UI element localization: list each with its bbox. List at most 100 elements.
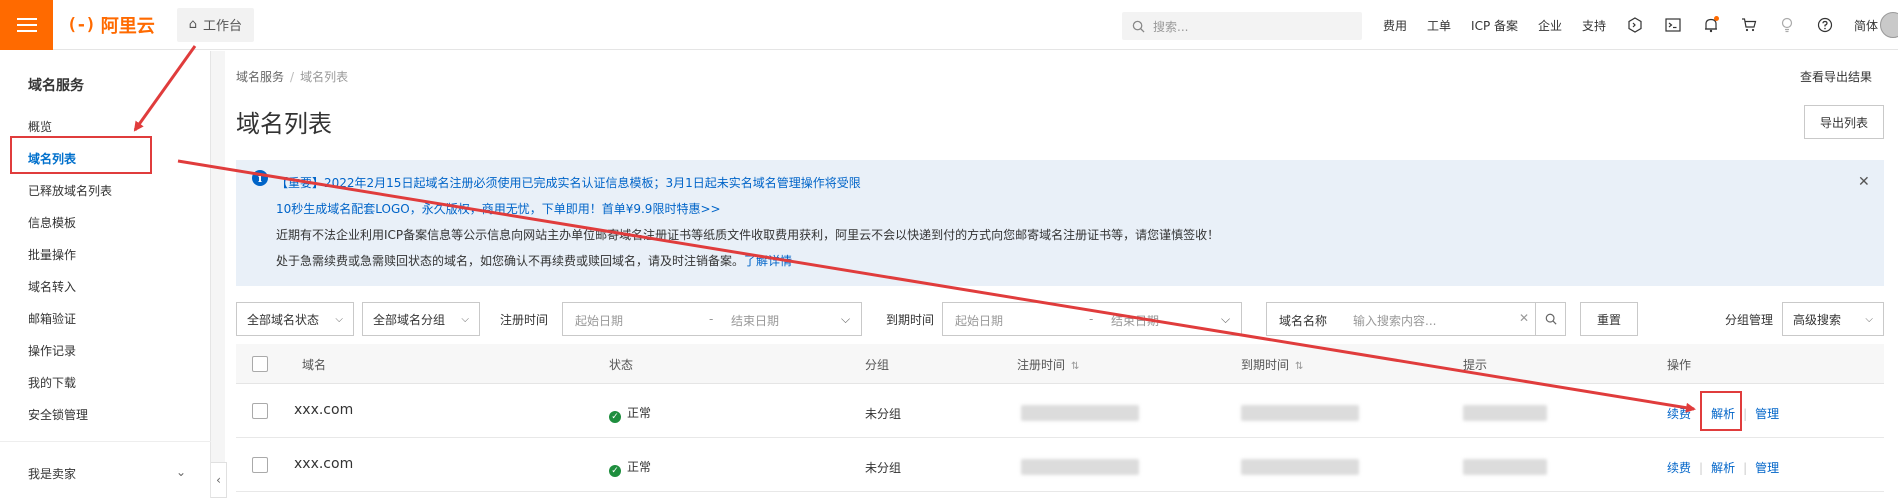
reg-date-range-picker[interactable]: 起始日期 - 结束日期 ⌵ — [562, 302, 862, 336]
sidebar-item-released-domains[interactable]: 已释放域名列表 — [28, 181, 112, 201]
help-icon[interactable] — [1816, 16, 1834, 34]
chevron-down-icon: ⌵ — [335, 313, 343, 325]
search-placeholder: 搜索... — [1153, 19, 1189, 34]
advanced-search-button[interactable]: 高级搜索 ⌵ — [1782, 302, 1884, 336]
check-circle-icon: ✓ — [609, 411, 621, 423]
sidebar-item-security-lock[interactable]: 安全锁管理 — [28, 405, 88, 425]
logo-text: 阿里云 — [100, 15, 155, 37]
notice-renewal-text: 处于急需续费或急需赎回状态的域名，如您确认不再续费或赎回域名，请及时注销备案。 — [276, 254, 745, 268]
row-actions: 续费 | 解析 | 管理 — [1667, 459, 1780, 476]
nav-enterprise[interactable]: 企业 — [1538, 17, 1562, 34]
col-reg-time-label: 注册时间 — [1017, 358, 1066, 372]
breadcrumb-domain-service[interactable]: 域名服务 — [236, 70, 284, 84]
notice-line-renewal: 处于急需续费或急需赎回状态的域名，如您确认不再续费或赎回域名，请及时注销备案。了… — [276, 252, 792, 269]
logo-mark: (-) — [67, 14, 96, 35]
nav-support[interactable]: 支持 — [1582, 17, 1606, 34]
reg-time-redacted — [1021, 459, 1139, 475]
learn-more-link[interactable]: 了解详情 — [744, 254, 792, 268]
row-checkbox[interactable] — [252, 403, 268, 419]
notice-line-important[interactable]: 【重要】2022年2月15日起域名注册必须使用已完成实名认证信息模板；3月1日起… — [276, 174, 861, 191]
filter-bar: 全部域名状态 ⌵ 全部域名分组 ⌵ 注册时间 起始日期 - 结束日期 ⌵ 到期时间 … — [236, 302, 1884, 336]
notice-line-logo-promo[interactable]: 10秒生成域名配套LOGO，永久版权，商用无忧，下单即用！首单¥9.9限时特惠>… — [276, 200, 721, 217]
exp-start-date: 起始日期 — [955, 314, 1004, 328]
exp-time-redacted — [1241, 405, 1359, 421]
sidebar-item-domain-transfer[interactable]: 域名转入 — [28, 277, 76, 297]
manage-link[interactable]: 管理 — [1755, 459, 1779, 476]
search-button[interactable] — [1535, 303, 1566, 335]
chevron-down-icon: ⌵ — [1865, 313, 1873, 325]
domain-group-select[interactable]: 全部域名分组 ⌵ — [362, 302, 480, 336]
chevron-down-icon: ⌵ — [1221, 312, 1231, 326]
renew-link[interactable]: 续费 — [1667, 459, 1691, 476]
range-separator: - — [709, 312, 714, 326]
sidebar-collapse-button[interactable]: ‹ — [211, 462, 227, 498]
global-search-input[interactable]: 搜索... — [1122, 12, 1362, 40]
sidebar-gutter — [211, 51, 225, 498]
status-text: 正常 — [627, 460, 652, 474]
workbench-label: 工作台 — [202, 19, 242, 34]
top-nav: 费用 工单 ICP 备案 企业 支持 简体 — [1383, 0, 1878, 50]
exp-end-date: 结束日期 — [1111, 314, 1160, 328]
domain-name[interactable]: xxx.com — [294, 402, 353, 418]
home-icon: ⌂ — [188, 17, 197, 32]
menu-icon — [16, 17, 37, 32]
sidebar-title: 域名服务 — [28, 78, 84, 94]
close-icon[interactable]: ✕ — [1858, 174, 1870, 190]
annotation-box-resolve — [1700, 391, 1742, 431]
sort-icon: ⇅ — [1071, 361, 1080, 372]
advanced-search-label: 高级搜索 — [1793, 312, 1842, 327]
nav-icp[interactable]: ICP 备案 — [1471, 17, 1518, 34]
sidebar-item-downloads[interactable]: 我的下载 — [28, 373, 76, 393]
cart-icon[interactable] — [1740, 16, 1758, 34]
cloud-shell-icon[interactable] — [1626, 16, 1644, 34]
table-row: xxx.com ✓ 正常 未分组 续费 | 解析 | 管理 — [236, 438, 1884, 492]
chevron-down-icon[interactable]: ⌄ — [176, 465, 186, 479]
dns-resolve-link[interactable]: 解析 — [1711, 459, 1735, 476]
hint-redacted — [1463, 405, 1547, 421]
sidebar-item-operation-log[interactable]: 操作记录 — [28, 341, 76, 361]
col-domain: 域名 — [302, 358, 327, 372]
sidebar-item-email-verify[interactable]: 邮箱验证 — [28, 309, 76, 329]
nav-tickets[interactable]: 工单 — [1427, 17, 1451, 34]
domain-group-value: 全部域名分组 — [373, 312, 446, 327]
notification-bell-icon[interactable] — [1702, 16, 1720, 34]
hamburger-menu-button[interactable] — [0, 0, 53, 50]
workbench-button[interactable]: ⌂ 工作台 — [176, 7, 254, 42]
language-switch[interactable]: 简体 — [1854, 17, 1878, 34]
col-exp-time[interactable]: 到期时间 ⇅ — [1241, 356, 1303, 373]
terminal-icon[interactable] — [1664, 16, 1682, 34]
manage-link[interactable]: 管理 — [1755, 405, 1779, 422]
group-manage-link[interactable]: 分组管理 — [1725, 311, 1773, 328]
reset-button[interactable]: 重置 — [1580, 302, 1638, 336]
clear-icon[interactable]: ✕ — [1519, 311, 1529, 325]
view-export-results-link[interactable]: 查看导出结果 — [1800, 68, 1872, 85]
col-hint: 提示 — [1463, 358, 1488, 372]
renew-link[interactable]: 续费 — [1667, 405, 1691, 422]
col-exp-time-label: 到期时间 — [1241, 358, 1290, 372]
sidebar-item-seller[interactable]: 我是卖家 — [28, 465, 76, 482]
sidebar-item-overview[interactable]: 概览 — [28, 117, 52, 137]
sidebar-item-batch-ops[interactable]: 批量操作 — [28, 245, 76, 265]
range-separator: - — [1089, 312, 1094, 326]
row-checkbox[interactable] — [252, 457, 268, 473]
lightbulb-icon[interactable] — [1778, 16, 1796, 34]
reg-time-redacted — [1021, 405, 1139, 421]
aliyun-logo[interactable]: (-) 阿里云 — [53, 0, 177, 50]
sidebar-item-info-templates[interactable]: 信息模板 — [28, 213, 76, 233]
group-value: 未分组 — [865, 407, 902, 421]
chevron-down-icon: ⌵ — [461, 313, 469, 325]
select-all-checkbox[interactable] — [252, 356, 268, 372]
domain-name-search[interactable]: 域名名称 输入搜索内容... ✕ — [1266, 302, 1566, 336]
export-list-button[interactable]: 导出列表 — [1804, 105, 1884, 139]
domain-status-value: 全部域名状态 — [247, 312, 320, 327]
exp-date-range-picker[interactable]: 起始日期 - 结束日期 ⌵ — [942, 302, 1242, 336]
chevron-left-icon: ‹ — [216, 473, 221, 487]
nav-billing[interactable]: 费用 — [1383, 17, 1407, 34]
table-header: 域名 状态 分组 注册时间 ⇅ 到期时间 ⇅ 提示 操作 — [236, 344, 1884, 384]
domain-name[interactable]: xxx.com — [294, 456, 353, 472]
domain-status-select[interactable]: 全部域名状态 ⌵ — [236, 302, 354, 336]
chevron-down-icon: ⌵ — [841, 312, 851, 326]
check-circle-icon: ✓ — [609, 465, 621, 477]
col-reg-time[interactable]: 注册时间 ⇅ — [1017, 356, 1079, 373]
notice-banner: i 【重要】2022年2月15日起域名注册必须使用已完成实名认证信息模板；3月1… — [236, 160, 1884, 286]
